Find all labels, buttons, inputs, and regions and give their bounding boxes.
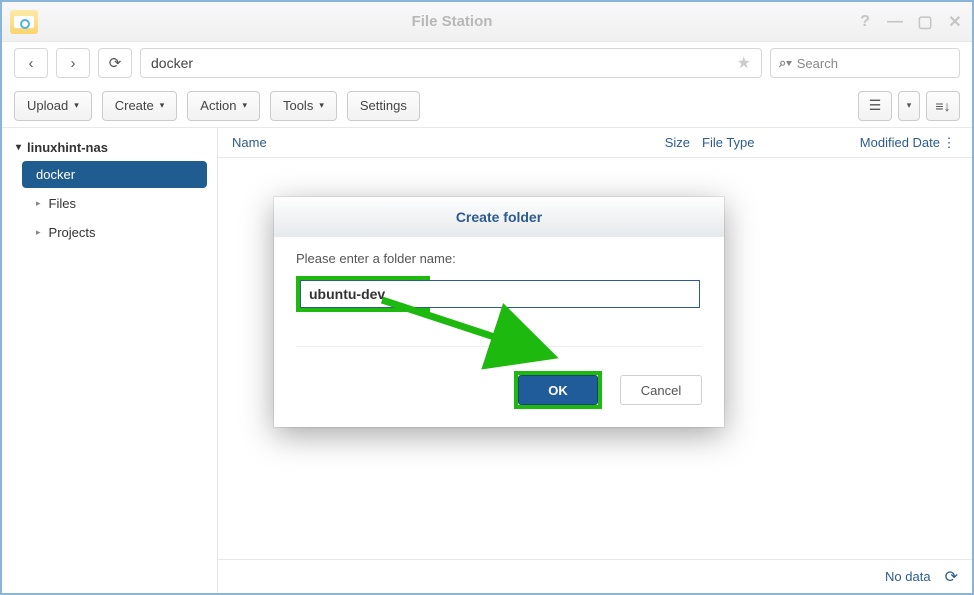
tree-root[interactable]: ▾ linuxhint-nas <box>2 136 217 159</box>
help-icon[interactable]: ? <box>856 13 874 31</box>
refresh-icon[interactable]: ⟳ <box>945 567 958 587</box>
sidebar-item-projects[interactable]: ▸ Projects <box>22 219 207 246</box>
column-more-icon[interactable]: ⋮ <box>940 135 958 151</box>
sidebar-item-files[interactable]: ▸ Files <box>22 190 207 217</box>
table-footer: No data ⟳ <box>218 559 972 593</box>
status-text: No data <box>885 569 931 584</box>
upload-button[interactable]: Upload▾ <box>14 91 92 121</box>
titlebar: File Station ? — ▢ ✕ <box>2 2 972 42</box>
favorite-icon[interactable]: ★ <box>737 53 751 73</box>
minimize-icon[interactable]: — <box>886 13 904 31</box>
ok-button[interactable]: OK <box>518 375 598 405</box>
dialog-label: Please enter a folder name: <box>296 251 702 266</box>
window-title: File Station <box>48 13 856 30</box>
dialog-title: Create folder <box>274 197 724 237</box>
view-dropdown-icon[interactable]: ▾ <box>898 91 920 121</box>
nav-bar: ‹ › ⟳ docker ★ ⌕▾ Search <box>2 42 972 84</box>
folder-name-input[interactable] <box>300 280 700 308</box>
search-icon: ⌕▾ <box>779 55 792 71</box>
path-text: docker <box>151 55 193 71</box>
table-header: Name Size File Type Modified Date ⋮ <box>218 128 972 158</box>
highlight-input <box>296 276 430 312</box>
search-input[interactable]: ⌕▾ Search <box>770 48 960 78</box>
create-button[interactable]: Create▾ <box>102 91 178 121</box>
settings-button[interactable]: Settings <box>347 91 420 121</box>
column-name[interactable]: Name <box>232 135 630 150</box>
reload-button[interactable]: ⟳ <box>98 48 132 78</box>
chevron-right-icon: ▸ <box>36 227 41 238</box>
back-button[interactable]: ‹ <box>14 48 48 78</box>
maximize-icon[interactable]: ▢ <box>916 13 934 31</box>
highlight-ok: OK <box>514 371 602 409</box>
view-list-icon[interactable]: ☰ <box>858 91 892 121</box>
create-folder-dialog: Create folder Please enter a folder name… <box>274 197 724 427</box>
column-type[interactable]: File Type <box>690 135 800 150</box>
chevron-down-icon: ▾ <box>16 142 21 153</box>
action-button[interactable]: Action▾ <box>187 91 260 121</box>
search-placeholder: Search <box>797 56 838 71</box>
root-label: linuxhint-nas <box>27 140 108 155</box>
close-icon[interactable]: ✕ <box>946 13 964 31</box>
toolbar: Upload▾ Create▾ Action▾ Tools▾ Settings … <box>2 84 972 128</box>
forward-button[interactable]: › <box>56 48 90 78</box>
sidebar-item-label: Projects <box>49 225 96 240</box>
app-icon <box>10 10 38 34</box>
chevron-right-icon: ▸ <box>36 198 41 209</box>
tools-button[interactable]: Tools▾ <box>270 91 337 121</box>
column-size[interactable]: Size <box>630 135 690 150</box>
sidebar-item-label: docker <box>36 167 75 182</box>
sort-icon[interactable]: ≡↓ <box>926 91 960 121</box>
sidebar-item-docker[interactable]: docker <box>22 161 207 188</box>
column-modified[interactable]: Modified Date <box>800 135 940 150</box>
cancel-button[interactable]: Cancel <box>620 375 702 405</box>
sidebar: ▾ linuxhint-nas docker ▸ Files ▸ Project… <box>2 128 217 593</box>
file-station-window: File Station ? — ▢ ✕ ‹ › ⟳ docker ★ ⌕▾ S… <box>0 0 974 595</box>
dialog-buttons: OK Cancel <box>274 357 724 427</box>
path-input[interactable]: docker ★ <box>140 48 762 78</box>
sidebar-item-label: Files <box>49 196 76 211</box>
